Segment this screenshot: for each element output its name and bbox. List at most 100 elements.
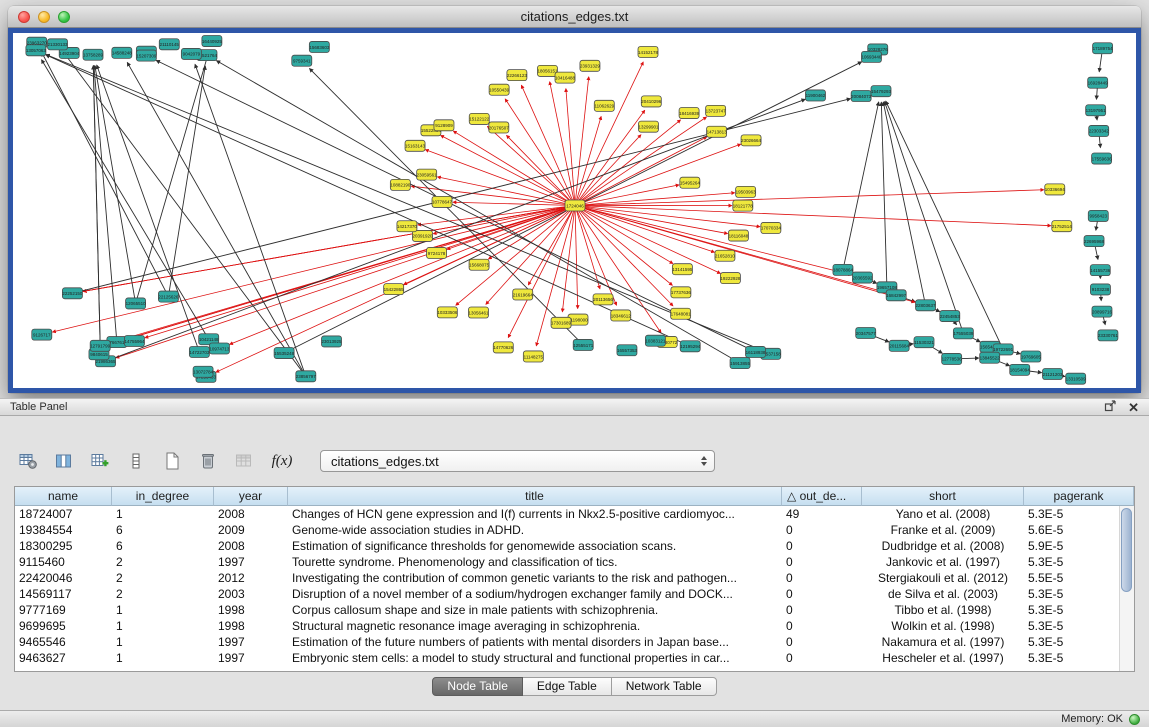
- graph-node-label: 17070334: [761, 226, 781, 231]
- graph-node-label: 15668075: [469, 263, 489, 268]
- minimize-window-button[interactable]: [38, 11, 50, 23]
- cell-name: 19384554: [15, 522, 112, 538]
- function-builder-button[interactable]: f(x): [266, 447, 298, 475]
- graph-edge: [575, 205, 617, 305]
- table-row[interactable]: 977716911998Corpus callosum shape and si…: [15, 602, 1134, 618]
- table-row[interactable]: 1938455462009Genome-wide association stu…: [15, 522, 1134, 538]
- column-header-short[interactable]: short: [862, 487, 1024, 506]
- graph-node-label: 14770626: [493, 345, 513, 350]
- new-file-icon: [164, 452, 180, 470]
- column-header-pagerank[interactable]: pagerank: [1024, 487, 1134, 506]
- table-row[interactable]: 1872400712008Changes of HCN gene express…: [15, 506, 1134, 522]
- table-panel-actions: ✕: [1104, 399, 1139, 415]
- graph-node-label: 20113656: [593, 297, 613, 302]
- table-row[interactable]: 969969511998Structural magnetic resonanc…: [15, 618, 1134, 634]
- tab-edge-table[interactable]: Edge Table: [523, 677, 612, 696]
- cell-year: 1997: [214, 554, 288, 570]
- import-table-button[interactable]: [230, 447, 258, 475]
- table-columns-icon: [55, 453, 73, 469]
- dropdown-arrows-icon: [701, 456, 707, 466]
- table-mode-button[interactable]: [14, 447, 42, 475]
- memory-status-label: Memory: OK: [1061, 713, 1123, 725]
- cell-title: Structural magnetic resonance image aver…: [288, 618, 782, 634]
- column-header-in_degree[interactable]: in_degree: [112, 487, 214, 506]
- cell-year: 1998: [214, 618, 288, 634]
- close-window-button[interactable]: [18, 11, 30, 23]
- column-header-out_degree[interactable]: △ out_de...: [782, 487, 862, 506]
- graph-node-label: 20176507: [489, 125, 509, 130]
- graph-node-label: 14923904: [59, 51, 79, 56]
- table-panel-titlebar[interactable]: Table Panel ✕: [0, 398, 1149, 416]
- table-row[interactable]: 911546021997Tourette syndrome. Phenomeno…: [15, 554, 1134, 570]
- table-row[interactable]: 1456911722003Disruption of a novel membe…: [15, 586, 1134, 602]
- graph-edge: [94, 66, 117, 342]
- cell-out_degree: 0: [782, 586, 862, 602]
- graph-edge: [437, 177, 575, 206]
- table-scrollbar-thumb[interactable]: [1121, 508, 1132, 592]
- cell-pagerank: 5.3E-5: [1024, 634, 1134, 650]
- delete-table-button[interactable]: [194, 447, 222, 475]
- cell-title: Investigating the contribution of common…: [288, 570, 782, 586]
- graph-node-label: 14152178: [638, 50, 658, 55]
- create-column-button[interactable]: [86, 447, 114, 475]
- new-table-button[interactable]: [158, 447, 186, 475]
- graph-node-label: 18121778: [733, 203, 753, 208]
- table-scrollbar-track[interactable]: [1119, 506, 1134, 671]
- close-panel-icon[interactable]: ✕: [1128, 401, 1139, 414]
- cell-pagerank: 5.5E-5: [1024, 570, 1134, 586]
- table-row[interactable]: 1830029562008Estimation of significance …: [15, 538, 1134, 554]
- table-selector-dropdown[interactable]: citations_edges.txt: [320, 450, 715, 472]
- graph-node-label: 9958423: [1090, 214, 1108, 219]
- graph-node-label: 23059561: [417, 172, 437, 177]
- graph-node-label: 17648081: [671, 312, 691, 317]
- column-header-year[interactable]: year: [214, 487, 288, 506]
- cell-short: Wolkin et al. (1998): [862, 618, 1024, 634]
- graph-node-label: 13310509: [1066, 376, 1086, 381]
- row-details-button[interactable]: [122, 447, 150, 475]
- cell-name: 9777169: [15, 602, 112, 618]
- graph-edge: [575, 205, 760, 226]
- table-header-row: namein_degreeyeartitle△ out_de...shortpa…: [15, 487, 1134, 506]
- tab-node-table[interactable]: Node Table: [432, 677, 523, 696]
- zoom-window-button[interactable]: [58, 11, 70, 23]
- graph-node-label: 13197951: [1086, 108, 1106, 113]
- graph-node-label: 12778536: [942, 357, 962, 362]
- graph-edge: [575, 77, 589, 206]
- table-row[interactable]: 2242004622012Investigating the contribut…: [15, 570, 1134, 586]
- show-columns-button[interactable]: [50, 447, 78, 475]
- cell-short: Franke et al. (2009): [862, 522, 1024, 538]
- graph-node-label: 15163143: [405, 144, 425, 149]
- graph-node-label: 10421148: [199, 337, 219, 342]
- graph-edge: [575, 190, 1044, 206]
- graph-edge: [93, 66, 100, 346]
- tab-network-table[interactable]: Network Table: [612, 677, 717, 696]
- cell-name: 9115460: [15, 554, 112, 570]
- cell-out_degree: 0: [782, 618, 862, 634]
- graph-node-label: 13056461: [468, 310, 488, 315]
- graph-node-label: 16118938: [746, 350, 766, 355]
- graph-edge: [843, 102, 879, 270]
- table-row[interactable]: 946554611997Estimation of the future num…: [15, 634, 1134, 650]
- graph-node-label: 20391920: [412, 234, 432, 239]
- graph-node-label: 9759341: [293, 59, 311, 64]
- cell-short: Nakamura et al. (1997): [862, 634, 1024, 650]
- cell-year: 2009: [214, 522, 288, 538]
- window-titlebar[interactable]: citations_edges.txt: [8, 6, 1141, 28]
- graph-node-label: 14722703: [189, 350, 209, 355]
- cell-out_degree: 0: [782, 538, 862, 554]
- graph-node-label: 11530321: [914, 340, 934, 345]
- cell-in_degree: 6: [112, 538, 214, 554]
- table-toolbar: f(x) citations_edges.txt: [14, 445, 1149, 477]
- graph-node-label: 10383121: [645, 339, 665, 344]
- cell-year: 2008: [214, 506, 288, 522]
- graph-node-label: 1724046: [566, 203, 584, 208]
- float-panel-icon[interactable]: [1104, 399, 1117, 415]
- cell-short: Dudbridge et al. (2008): [862, 538, 1024, 554]
- cell-name: 18724007: [15, 506, 112, 522]
- column-header-name[interactable]: name: [15, 487, 112, 506]
- column-header-title[interactable]: title: [288, 487, 782, 506]
- graph-node-label: 10882190: [390, 183, 410, 188]
- graph-node-label: 19503963: [736, 190, 756, 195]
- network-graph[interactable]: 1812177817070334181160482165281019222928…: [13, 33, 1136, 388]
- table-row[interactable]: 946362711997Embryonic stem cells: a mode…: [15, 650, 1134, 666]
